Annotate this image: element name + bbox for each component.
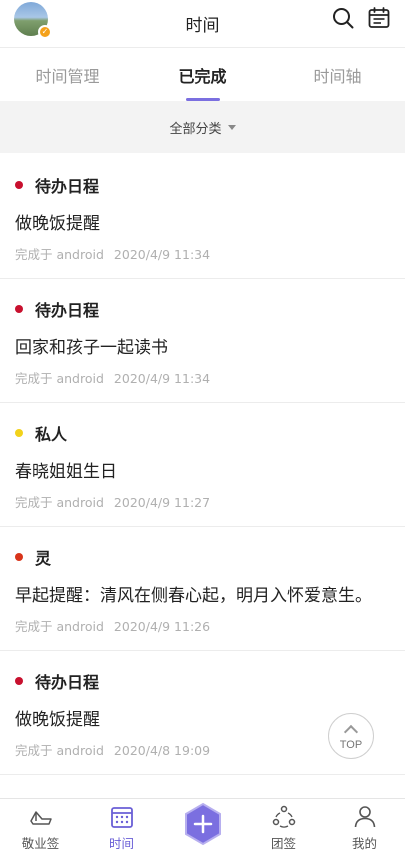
arrow-up-icon [343, 724, 359, 740]
app-root: ✓ 时间 时间管理 已完成 时间轴 全部分类 待办日程 做晚饭提醒 完成于 an… [0, 0, 405, 856]
back-to-top-button[interactable]: TOP [328, 713, 374, 759]
item-meta: 完成于 android 2020/4/9 11:27 [15, 492, 210, 511]
list-item[interactable]: 待办日程 回家和孩子一起读书 完成于 android 2020/4/9 11:34 [0, 279, 405, 403]
item-title: 早起提醒：清风在侧春心起，明月入怀爱意生。 [15, 586, 372, 606]
list-item[interactable]: 私人 春晓姐姐生日 完成于 android 2020/4/9 11:27 [0, 403, 405, 527]
item-category: 待办日程 [15, 173, 99, 197]
completed-list: 待办日程 做晚饭提醒 完成于 android 2020/4/9 11:34 待办日… [0, 155, 405, 775]
category-filter[interactable]: 全部分类 [0, 101, 405, 153]
avatar[interactable]: ✓ [14, 2, 52, 39]
top-header: ✓ 时间 [0, 0, 405, 48]
boat-icon [29, 811, 52, 825]
item-category-label: 待办日程 [35, 673, 100, 692]
calendar-grid-icon [110, 807, 133, 828]
tab-completed[interactable]: 已完成 [135, 49, 270, 101]
nav-team[interactable]: 团签 [243, 799, 324, 856]
back-to-top-label: TOP [339, 739, 363, 751]
item-category: 灵 [15, 545, 51, 569]
category-dot-icon [15, 677, 23, 685]
category-dot-icon [15, 181, 23, 189]
item-title: 春晓姐姐生日 [15, 462, 117, 482]
item-device: 完成于 android [15, 495, 104, 510]
category-filter-label: 全部分类 [169, 121, 222, 137]
calendar-icon[interactable] [367, 6, 391, 30]
item-datetime: 2020/4/9 11:26 [113, 619, 211, 634]
tab-bar: 时间管理 已完成 时间轴 [0, 49, 405, 101]
caret-down-icon [227, 124, 236, 130]
item-device: 完成于 android [15, 247, 104, 262]
item-title: 做晚饭提醒 [15, 214, 100, 234]
item-datetime: 2020/4/9 11:34 [113, 371, 211, 386]
category-dot-icon [15, 305, 23, 313]
tab-timeline[interactable]: 时间轴 [270, 49, 405, 101]
nav-label: 团签 [270, 836, 296, 851]
item-category-label: 灵 [35, 549, 52, 568]
category-dot-icon [15, 429, 23, 437]
tab-time-management[interactable]: 时间管理 [0, 49, 135, 101]
bottom-nav: 敬业签 时间 团签 我的 [0, 798, 405, 856]
verified-badge-icon: ✓ [38, 25, 52, 39]
person-icon [354, 806, 375, 828]
plus-icon [184, 802, 221, 846]
nav-label: 敬业签 [21, 836, 60, 851]
nav-mine[interactable]: 我的 [324, 799, 405, 856]
category-dot-icon [15, 553, 23, 561]
page-title: 时间 [185, 16, 220, 36]
item-meta: 完成于 android 2020/4/9 11:26 [15, 616, 210, 635]
nav-jingyeqian[interactable]: 敬业签 [0, 799, 81, 856]
item-device: 完成于 android [15, 743, 104, 758]
item-category-label: 待办日程 [35, 301, 100, 320]
item-datetime: 2020/4/8 19:09 [113, 743, 211, 758]
item-datetime: 2020/4/9 11:34 [113, 247, 211, 262]
item-meta: 完成于 android 2020/4/8 19:09 [15, 740, 210, 759]
list-item[interactable]: 待办日程 做晚饭提醒 完成于 android 2020/4/9 11:34 [0, 155, 405, 279]
item-category-label: 私人 [35, 425, 68, 444]
list-item[interactable]: 灵 早起提醒：清风在侧春心起，明月入怀爱意生。 完成于 android 2020/… [0, 527, 405, 651]
item-meta: 完成于 android 2020/4/9 11:34 [15, 244, 210, 263]
item-title: 回家和孩子一起读书 [15, 338, 168, 358]
item-device: 完成于 android [15, 619, 104, 634]
nav-add[interactable] [162, 799, 243, 856]
item-category: 私人 [15, 421, 67, 445]
item-device: 完成于 android [15, 371, 104, 386]
item-meta: 完成于 android 2020/4/9 11:34 [15, 368, 210, 387]
item-datetime: 2020/4/9 11:27 [113, 495, 211, 510]
nav-label: 我的 [351, 836, 377, 851]
team-icon [272, 805, 295, 828]
item-category: 待办日程 [15, 669, 99, 693]
item-category: 待办日程 [15, 297, 99, 321]
nav-label: 时间 [108, 836, 134, 851]
nav-time[interactable]: 时间 [81, 799, 162, 856]
search-icon[interactable] [331, 6, 355, 30]
item-category-label: 待办日程 [35, 177, 100, 196]
